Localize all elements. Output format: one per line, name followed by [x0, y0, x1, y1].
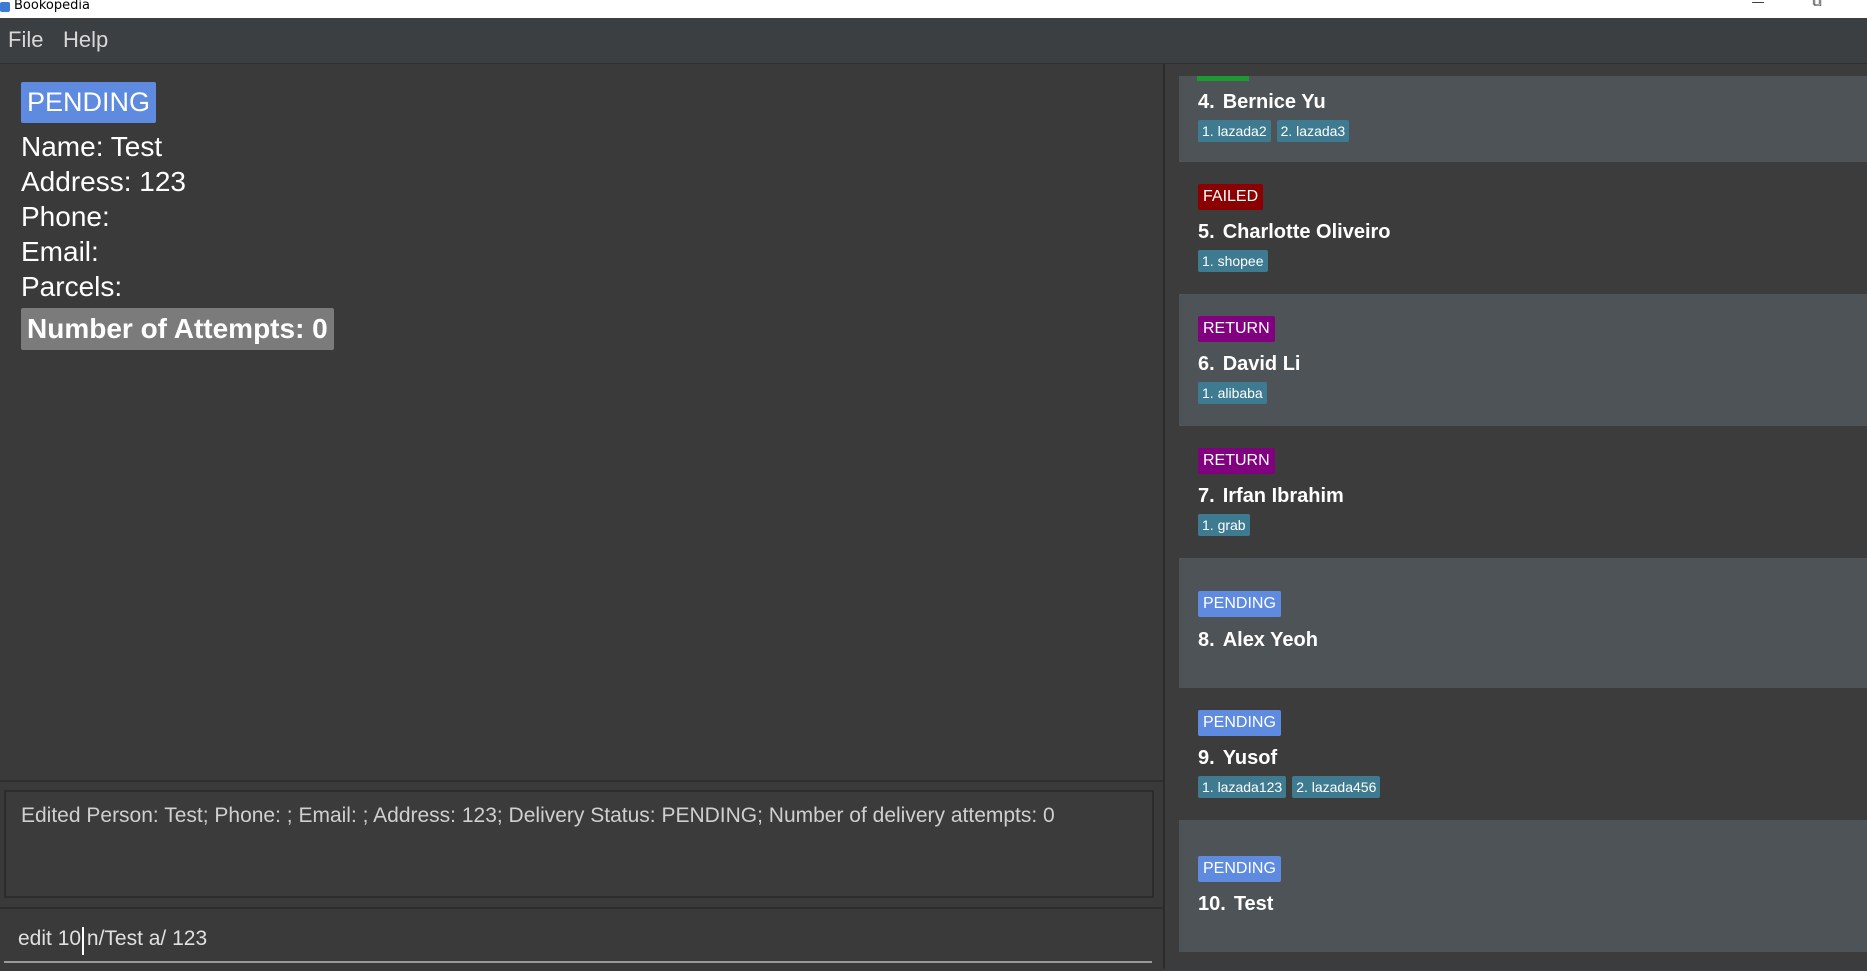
list-item[interactable]: 4. Bernice Yu 1. lazada2 2. lazada3 — [1179, 76, 1867, 162]
detail-status-badge: PENDING — [21, 82, 157, 123]
person-name: 5. Charlotte Oliveiro — [1198, 221, 1391, 243]
tag: 1. lazada123 — [1198, 776, 1287, 798]
text-caret — [82, 927, 84, 955]
tag-list: 1. shopee — [1198, 250, 1274, 272]
menu-bar: File Help — [0, 18, 1867, 64]
detail-email: Email: — [21, 236, 99, 267]
person-list: 4. Bernice Yu 1. lazada2 2. lazada3 FAILED… — [1165, 64, 1867, 969]
tag: 2. lazada456 — [1292, 776, 1381, 798]
tag: 1. shopee — [1198, 250, 1268, 272]
status-badge: RETURN — [1198, 448, 1275, 474]
menu-help[interactable]: Help — [63, 27, 108, 53]
list-item[interactable]: PENDING 10. Test — [1179, 820, 1867, 952]
detail-phone: Phone: — [21, 201, 110, 232]
tag-list: 1. lazada123 2. lazada456 — [1198, 776, 1386, 798]
menu-file[interactable]: File — [8, 27, 43, 53]
list-item[interactable]: PENDING 8. Alex Yeoh — [1179, 558, 1867, 688]
person-name: 7. Irfan Ibrahim — [1198, 485, 1344, 507]
detail-panel: PENDING Name: Test Address: 123 Phone: E… — [0, 64, 1163, 971]
status-badge: FAILED — [1198, 184, 1264, 210]
command-underline — [4, 961, 1152, 963]
detail-parcels: Parcels: — [21, 271, 123, 302]
person-name: 10. Test — [1198, 893, 1274, 915]
tag: 1. alibaba — [1198, 382, 1267, 404]
list-item[interactable]: RETURN 6. David Li 1. alibaba — [1179, 294, 1867, 426]
minimize-button[interactable]: — — [1738, 0, 1778, 14]
list-item[interactable]: PENDING 9. Yusof 1. lazada123 2. lazada456 — [1179, 688, 1867, 820]
person-name: 9. Yusof — [1198, 747, 1278, 769]
restore-button[interactable]: ⧉ — [1797, 0, 1837, 14]
tag: 1. lazada2 — [1198, 120, 1271, 142]
result-message: Edited Person: Test; Phone: ; Email: ; A… — [21, 804, 1055, 827]
status-badge: PENDING — [1198, 710, 1281, 736]
app-icon — [0, 2, 10, 12]
person-name: 8. Alex Yeoh — [1198, 629, 1318, 651]
tag: 1. grab — [1198, 514, 1250, 536]
status-badge: RETURN — [1198, 316, 1275, 342]
list-item[interactable]: FAILED 5. Charlotte Oliveiro 1. shopee — [1179, 162, 1867, 294]
title-bar: Bookopedia — ⧉ — [0, 0, 1867, 18]
detail-name: Name: Test — [21, 131, 163, 162]
result-box[interactable]: Edited Person: Test; Phone: ; Email: ; A… — [4, 790, 1154, 898]
status-badge: PENDING — [1198, 591, 1281, 617]
status-badge: PENDING — [1198, 856, 1281, 882]
window-title: Bookopedia — [14, 0, 90, 13]
status-badge-cropped — [1197, 76, 1249, 81]
tag-list: 1. grab — [1198, 514, 1256, 536]
tag-list: 1. alibaba — [1198, 382, 1273, 404]
list-item[interactable]: RETURN 7. Irfan Ibrahim 1. grab — [1179, 426, 1867, 558]
person-detail: PENDING Name: Test Address: 123 Phone: E… — [21, 82, 334, 350]
command-box: edit 10 n/Test a/ 123 — [0, 907, 1163, 971]
detail-address: Address: 123 — [21, 166, 186, 197]
detail-attempts-badge: Number of Attempts: 0 — [21, 308, 334, 350]
person-name: 6. David Li — [1198, 353, 1301, 375]
result-display: Edited Person: Test; Phone: ; Email: ; A… — [0, 780, 1163, 909]
command-input[interactable]: edit 10 n/Test a/ 123 — [18, 927, 207, 951]
tag: 2. lazada3 — [1276, 120, 1350, 142]
tag-list: 1. lazada2 2. lazada3 — [1198, 120, 1355, 142]
person-name: 4. Bernice Yu — [1198, 91, 1326, 113]
